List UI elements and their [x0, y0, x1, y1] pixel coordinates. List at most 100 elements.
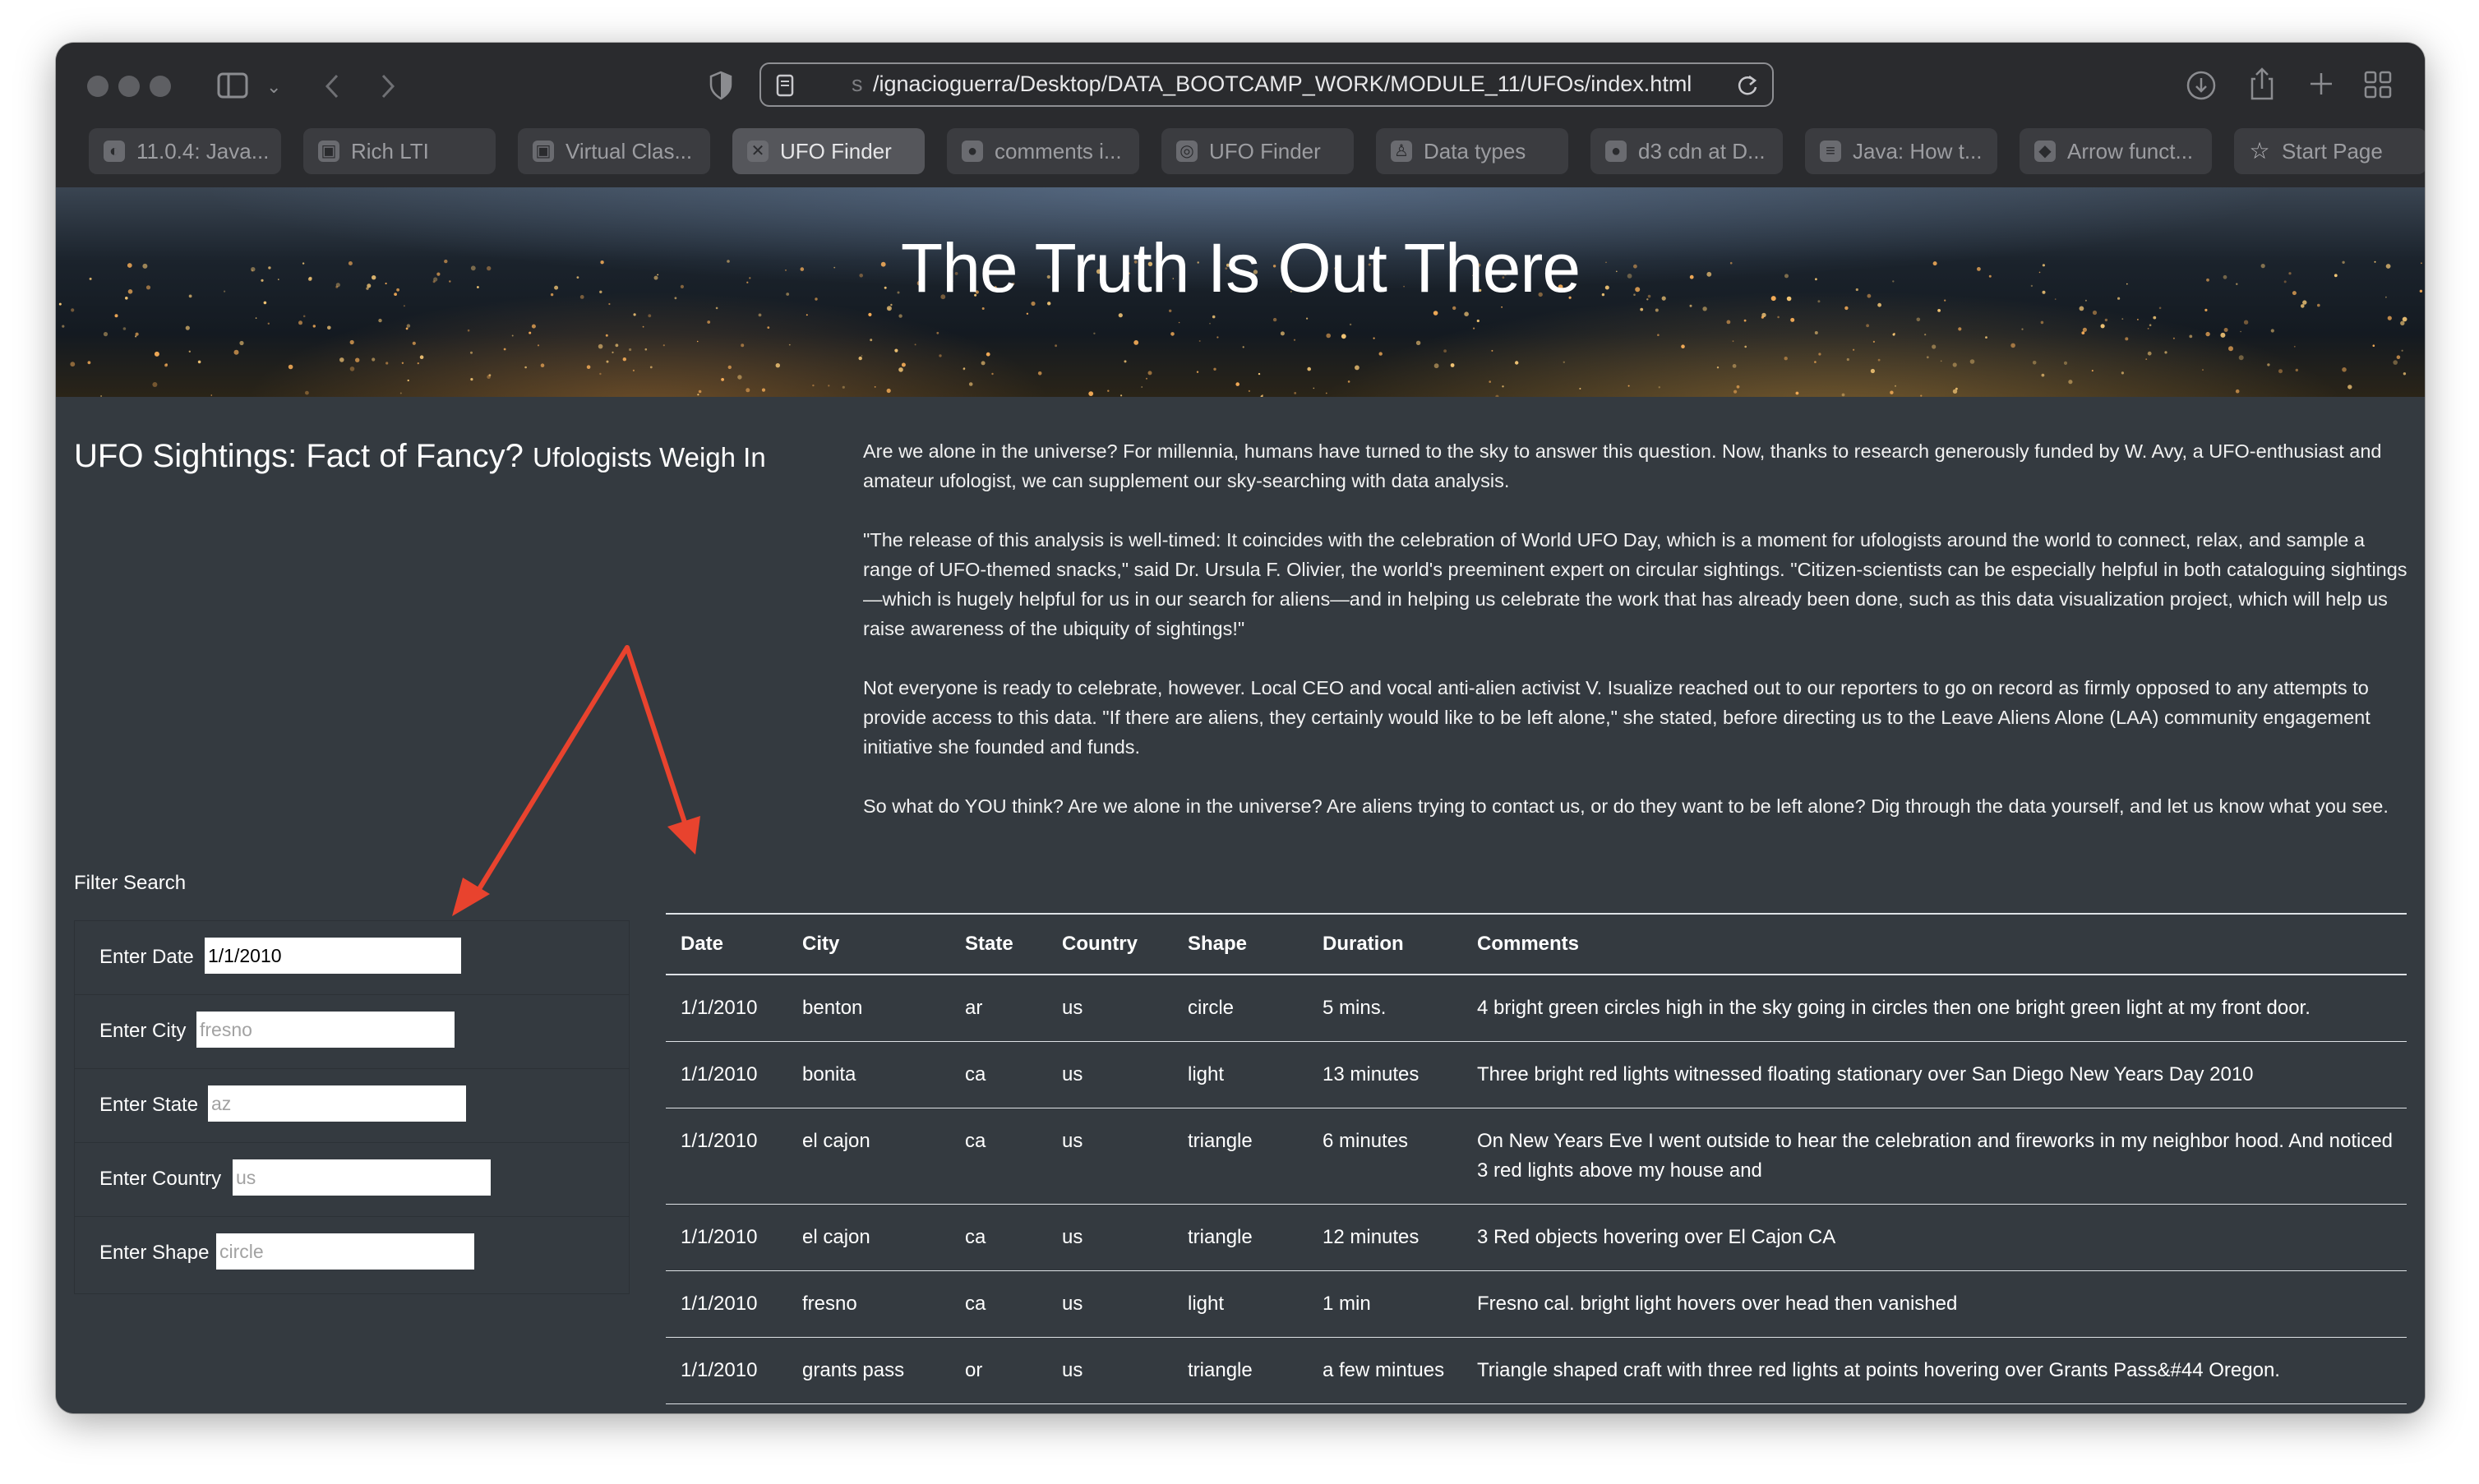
city-light: [697, 394, 699, 396]
shield-icon[interactable]: [709, 71, 733, 100]
city-light: [1196, 371, 1199, 373]
ufo-table: Date City State Country Shape Duration Comment…: [666, 913, 2407, 1413]
city-light: [1213, 367, 1216, 371]
city-light: [1895, 385, 1896, 387]
table-cell: circle: [1173, 975, 1308, 1042]
country-input[interactable]: [233, 1159, 491, 1196]
new-tab-icon[interactable]: [2308, 71, 2334, 97]
city-light: [586, 365, 591, 369]
forward-icon[interactable]: [378, 72, 398, 100]
table-row: 1/1/2010 el cajon ca us triangle 6 minutes On …: [666, 1108, 2407, 1205]
column-header[interactable]: Duration: [1308, 913, 1462, 975]
browser-tab[interactable]: ● comments i...: [947, 128, 1139, 174]
city-light: [1141, 386, 1143, 388]
browser-tab[interactable]: ☆ Start Page: [2234, 128, 2425, 174]
close-window-button[interactable]: [87, 76, 108, 97]
table-cell: a few mintues: [1308, 1337, 1462, 1404]
table-cell: ca: [950, 1204, 1047, 1271]
sidebar-icon[interactable]: [217, 72, 248, 99]
city-light: [529, 331, 532, 334]
city-light: [1872, 340, 1875, 343]
city-light: [898, 314, 903, 318]
reload-icon[interactable]: [1736, 74, 1759, 97]
table-cell: 3 Red objects hovering over El Cajon CA: [1462, 1204, 2407, 1271]
column-header[interactable]: Country: [1047, 913, 1173, 975]
table-cell: 1/1/2010: [666, 1041, 787, 1108]
table-cell: light: [1173, 1041, 1308, 1108]
downloads-icon[interactable]: [2185, 69, 2218, 102]
city-light: [1958, 327, 1962, 331]
city-light: [1640, 307, 1644, 311]
browser-tab[interactable]: ▣ Rich LTI: [303, 128, 496, 174]
city-light: [1258, 372, 1261, 376]
city-light: [2189, 334, 2193, 339]
city-light: [1198, 340, 1201, 342]
minimize-window-button[interactable]: [118, 76, 140, 97]
city-light: [1846, 357, 1849, 362]
browser-tab[interactable]: ✕ UFO Finder: [732, 128, 925, 174]
city-light: [812, 384, 815, 387]
chevron-down-icon[interactable]: ⌄: [266, 71, 281, 104]
browser-tab[interactable]: ◐ 11.0.4: Java...: [89, 128, 281, 174]
shape-label: Enter Shape: [99, 1242, 210, 1264]
table-cell: 1 min: [1308, 1270, 1462, 1338]
city-light: [1378, 352, 1383, 356]
browser-tab[interactable]: ◆ Arrow funct...: [2020, 128, 2212, 174]
city-light: [737, 375, 742, 380]
filter-row-city: Enter City: [75, 995, 629, 1069]
date-input[interactable]: [205, 938, 461, 974]
city-light: [419, 355, 424, 359]
url-text[interactable]: /ignacioguerra/Desktop/DATA_BOOTCAMP_WOR…: [873, 71, 1692, 97]
shape-input[interactable]: [216, 1233, 474, 1270]
city-input[interactable]: [196, 1012, 455, 1048]
city-light: [1761, 316, 1764, 319]
city-light: [1146, 377, 1147, 380]
compass-icon: ◎: [1176, 141, 1198, 162]
city-light: [599, 372, 602, 376]
city-light: [1716, 366, 1720, 369]
city-light: [1491, 349, 1493, 352]
browser-tab[interactable]: ◎ UFO Finder: [1161, 128, 1354, 174]
table-cell: light: [1173, 1270, 1308, 1338]
browser-tab[interactable]: ♙ Data types: [1376, 128, 1568, 174]
browser-tab[interactable]: ▣ Virtual Clas...: [518, 128, 710, 174]
city-light: [1732, 340, 1734, 343]
column-header[interactable]: State: [950, 913, 1047, 975]
city-light: [1450, 363, 1455, 367]
city-light: [1489, 380, 1491, 383]
tab-overview-icon[interactable]: [2364, 71, 2392, 99]
city-label: Enter City: [99, 1020, 187, 1042]
city-light: [2147, 328, 2149, 330]
browser-tab[interactable]: ● d3 cdn at D...: [1590, 128, 1783, 174]
city-light: [165, 363, 168, 366]
city-light: [288, 364, 293, 370]
column-header[interactable]: City: [787, 913, 950, 975]
column-header[interactable]: Date: [666, 913, 787, 975]
column-header[interactable]: Comments: [1462, 913, 2407, 975]
city-light: [1736, 385, 1740, 389]
column-header[interactable]: Shape: [1173, 913, 1308, 975]
state-input[interactable]: [208, 1085, 466, 1122]
table-row: 1/1/2010la mesacauslight10 minThree red …: [666, 1403, 2407, 1413]
github-icon: ●: [1605, 141, 1627, 162]
address-bar[interactable]: s /ignacioguerra/Desktop/DATA_BOOTCAMP_W…: [759, 62, 1774, 107]
city-light: [727, 365, 732, 370]
city-light: [2220, 332, 2226, 338]
city-light: [239, 340, 244, 346]
city-light: [788, 343, 791, 346]
city-light: [1169, 309, 1172, 312]
city-light: [1870, 368, 1875, 374]
zoom-window-button[interactable]: [150, 76, 171, 97]
city-light: [531, 324, 536, 329]
filter-title: Filter Search: [74, 872, 187, 894]
back-icon[interactable]: [322, 72, 342, 100]
city-light: [2104, 318, 2108, 322]
city-light: [298, 320, 302, 325]
share-icon[interactable]: [2247, 66, 2277, 102]
figure-icon: ♙: [1391, 141, 1412, 162]
table-cell: 1/1/2010: [666, 1337, 787, 1404]
city-light: [861, 355, 863, 357]
browser-tab[interactable]: ≡ Java: How t...: [1805, 128, 1997, 174]
city-light: [1916, 317, 1921, 322]
city-light: [135, 332, 139, 336]
